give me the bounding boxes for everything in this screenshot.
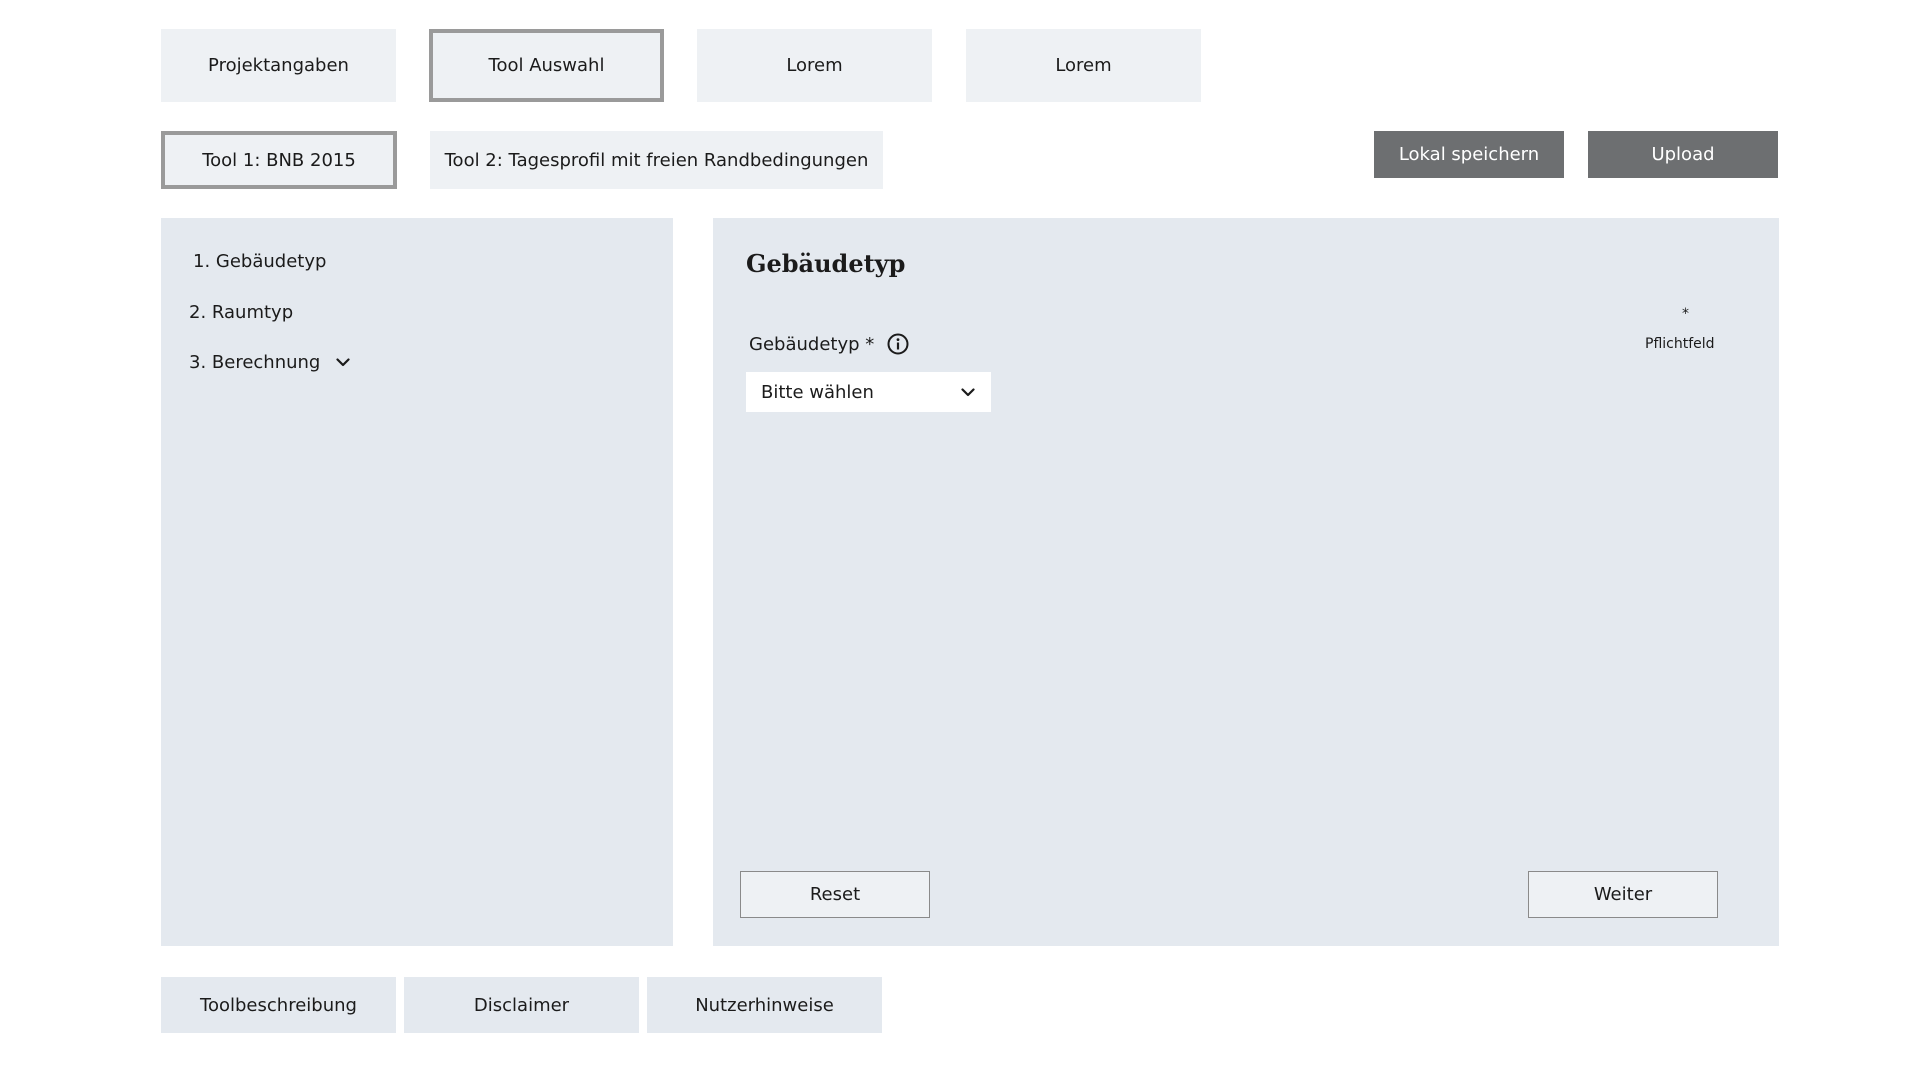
- sidebar-item-label: 1. Gebäudetyp: [193, 251, 327, 272]
- chevron-down-icon[interactable]: [336, 358, 350, 367]
- page-title: Gebäudetyp: [746, 249, 906, 278]
- content-panel: Gebäudetyp * Pflichtfeld Gebäudetyp * Bi…: [713, 218, 1779, 946]
- footer-tab-disclaimer[interactable]: Disclaimer: [404, 977, 639, 1033]
- tool-tab-bnb-2015[interactable]: Tool 1: BNB 2015: [161, 131, 397, 189]
- footer-tab-toolbeschreibung[interactable]: Toolbeschreibung: [161, 977, 396, 1033]
- sidebar-panel: 1. Gebäudetyp 2. Raumtyp 3. Berechnung: [161, 218, 673, 946]
- footer-tab-nutzerhinweise[interactable]: Nutzerhinweise: [647, 977, 882, 1033]
- sidebar-item-label: 3. Berechnung: [189, 352, 321, 373]
- tool-tab-tagesprofil[interactable]: Tool 2: Tagesprofil mit freien Randbedin…: [430, 131, 883, 189]
- upload-button[interactable]: Upload: [1588, 131, 1778, 178]
- tab-lorem-1[interactable]: Lorem: [697, 29, 932, 102]
- gebaeudetyp-field-label: Gebäudetyp *: [749, 332, 910, 356]
- chevron-down-icon: [961, 387, 975, 397]
- save-local-button[interactable]: Lokal speichern: [1374, 131, 1564, 178]
- select-value: Bitte wählen: [761, 381, 874, 403]
- field-label-text: Gebäudetyp *: [749, 333, 875, 355]
- sidebar-item-raumtyp[interactable]: 2. Raumtyp: [189, 302, 293, 323]
- next-button[interactable]: Weiter: [1528, 871, 1718, 918]
- tab-tool-auswahl[interactable]: Tool Auswahl: [429, 29, 664, 102]
- tab-lorem-2[interactable]: Lorem: [966, 29, 1201, 102]
- sidebar-item-label: 2. Raumtyp: [189, 302, 294, 323]
- sidebar-item-berechnung[interactable]: 3. Berechnung: [189, 352, 350, 373]
- sidebar-item-gebaeudetyp[interactable]: 1. Gebäudetyp: [193, 251, 326, 272]
- required-marker: *: [1682, 306, 1689, 322]
- reset-button[interactable]: Reset: [740, 871, 930, 918]
- tab-projektangaben[interactable]: Projektangaben: [161, 29, 396, 102]
- required-legend: Pflichtfeld: [1645, 336, 1715, 352]
- info-icon[interactable]: [886, 332, 910, 356]
- gebaeudetyp-select[interactable]: Bitte wählen: [746, 372, 991, 412]
